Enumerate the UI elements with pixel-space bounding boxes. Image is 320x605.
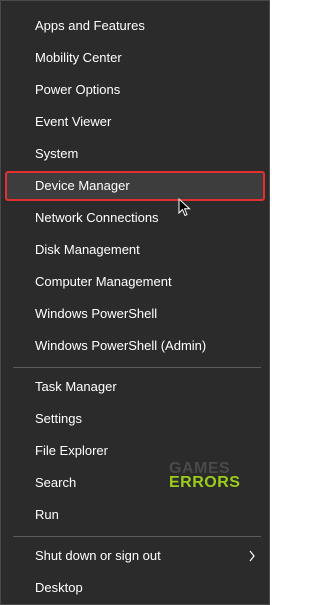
menu-item-system[interactable]: System (5, 139, 265, 169)
winx-context-menu: Apps and Features Mobility Center Power … (0, 0, 270, 605)
mouse-cursor-icon (178, 198, 191, 217)
menu-item-windows-powershell-admin[interactable]: Windows PowerShell (Admin) (5, 331, 265, 361)
menu-item-network-connections[interactable]: Network Connections (5, 203, 265, 233)
menu-item-settings[interactable]: Settings (5, 404, 265, 434)
menu-item-power-options[interactable]: Power Options (5, 75, 265, 105)
menu-item-windows-powershell[interactable]: Windows PowerShell (5, 299, 265, 329)
menu-item-run[interactable]: Run (5, 500, 265, 530)
menu-separator (13, 536, 261, 537)
menu-item-label: Shut down or sign out (35, 548, 161, 563)
menu-item-desktop[interactable]: Desktop (5, 573, 265, 603)
menu-item-shut-down-or-sign-out[interactable]: Shut down or sign out (5, 541, 265, 571)
watermark-logo: GAMES ERRORS (169, 461, 241, 491)
menu-item-mobility-center[interactable]: Mobility Center (5, 43, 265, 73)
menu-item-apps-and-features[interactable]: Apps and Features (5, 11, 265, 41)
chevron-right-icon (249, 550, 255, 562)
menu-item-task-manager[interactable]: Task Manager (5, 372, 265, 402)
menu-separator (13, 367, 261, 368)
menu-item-device-manager[interactable]: Device Manager (5, 171, 265, 201)
watermark-line2: ERRORS (169, 474, 241, 491)
menu-item-disk-management[interactable]: Disk Management (5, 235, 265, 265)
menu-item-event-viewer[interactable]: Event Viewer (5, 107, 265, 137)
menu-item-computer-management[interactable]: Computer Management (5, 267, 265, 297)
